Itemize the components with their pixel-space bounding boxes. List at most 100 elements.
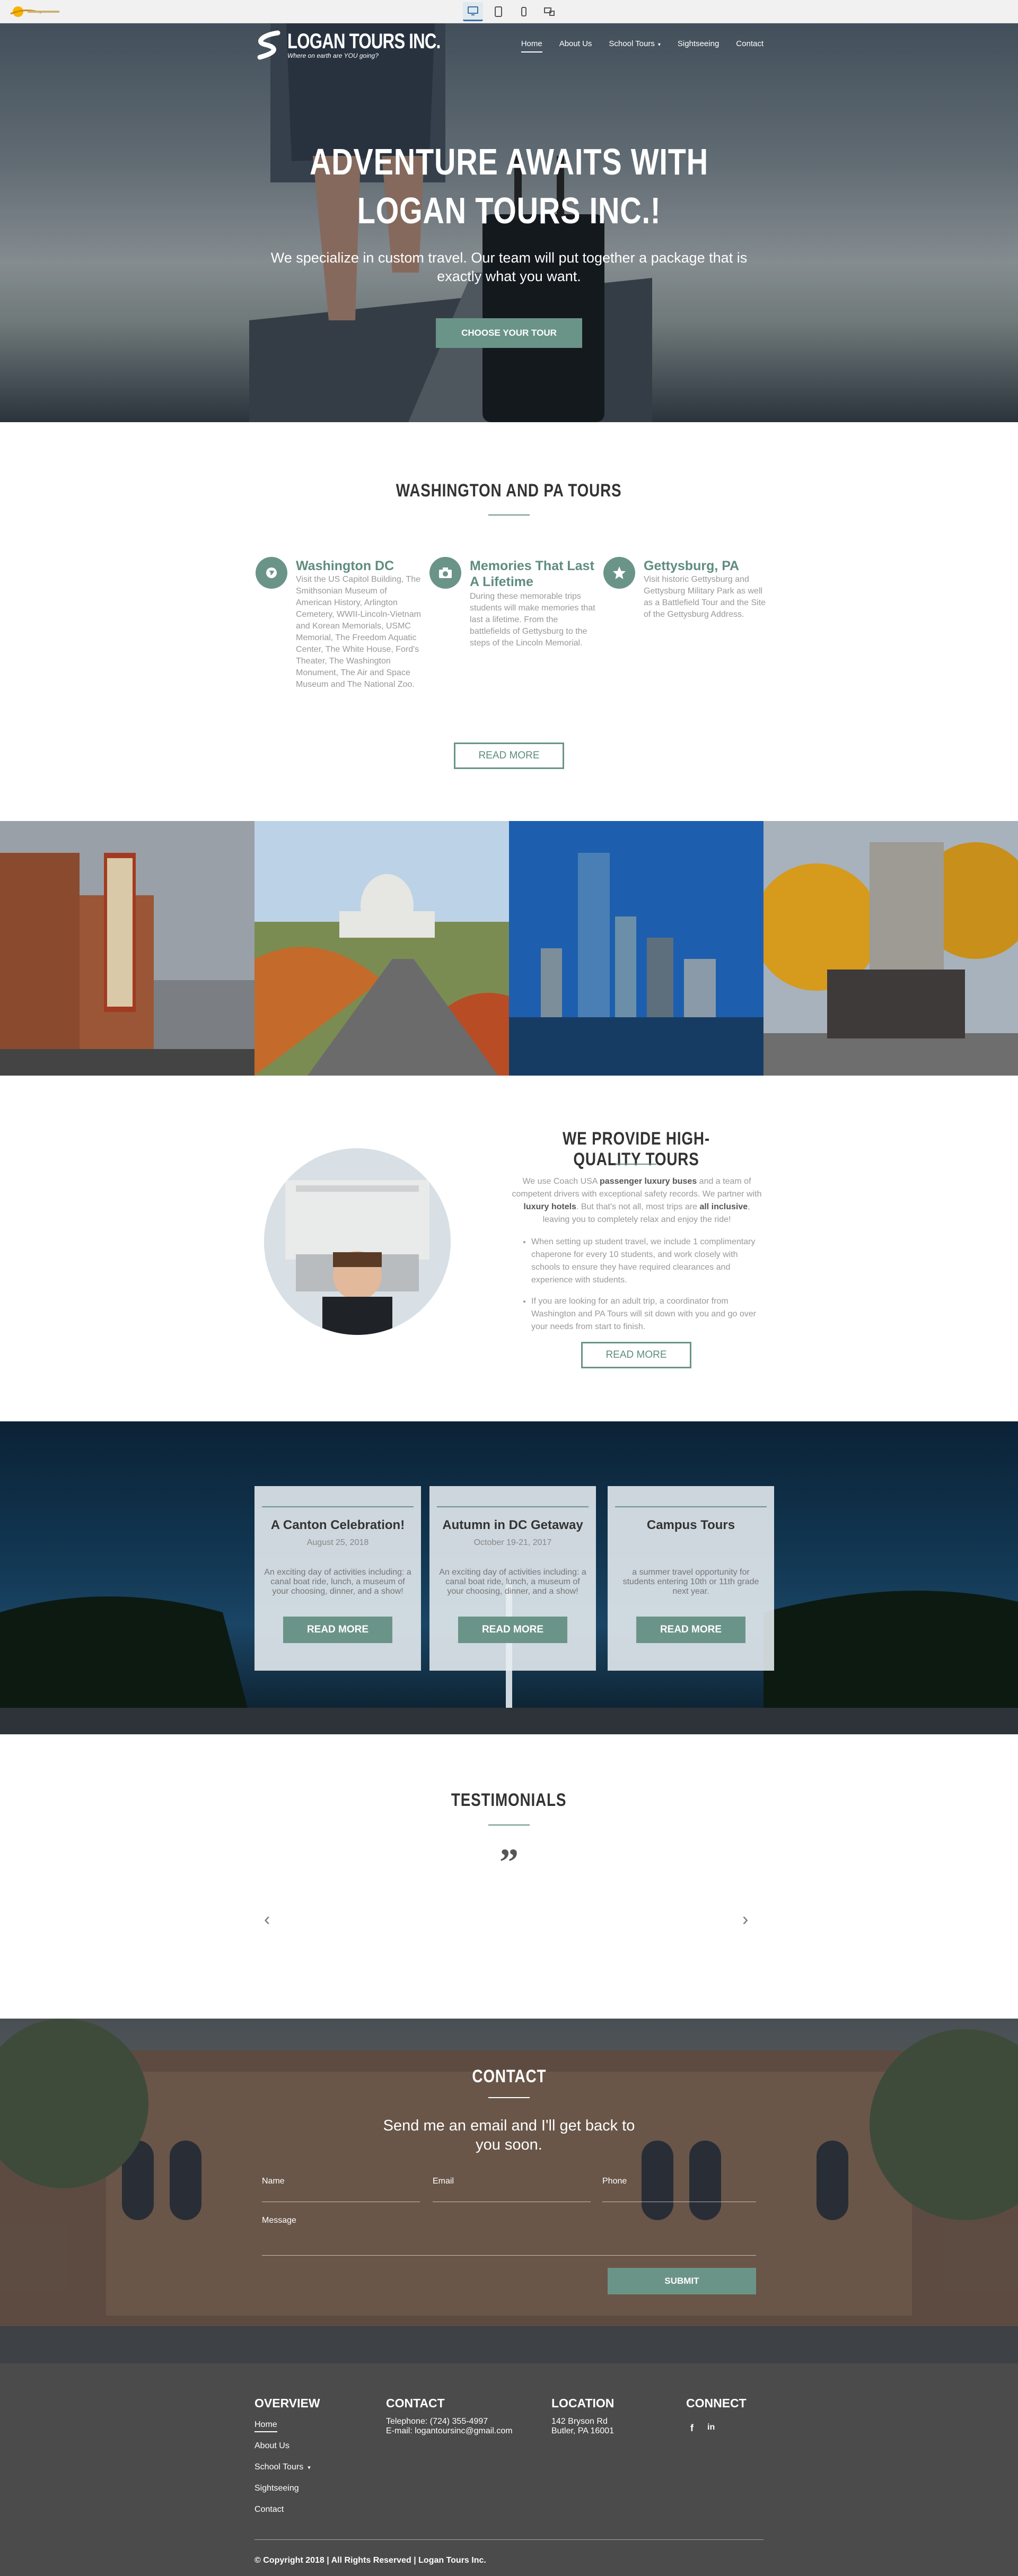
footer-overview-title: OVERVIEW [254, 2396, 320, 2410]
footer-telephone: Telephone: (724) 355-4997 [386, 2417, 488, 2426]
globe-icon [256, 557, 287, 589]
message-field[interactable]: Message [262, 2216, 296, 2225]
title-divider [488, 514, 530, 516]
desktop-icon [468, 6, 478, 15]
star-icon [603, 557, 635, 589]
testimonials-title: TESTIMONIALS [451, 1790, 567, 1810]
facebook-icon[interactable]: f [690, 2423, 694, 2434]
message-field-underline [262, 2255, 756, 2256]
provide-intro: We use Coach USA passenger luxury buses … [512, 1177, 762, 1224]
nav-sightseeing[interactable]: Sightseeing [678, 39, 719, 53]
device-preview-switcher [463, 2, 559, 21]
editor-toolbar [0, 0, 1018, 23]
event-read-more-button[interactable]: READ MORE [636, 1617, 745, 1643]
gallery-image-palace[interactable] [0, 821, 254, 1076]
card-divider [615, 1506, 767, 1507]
event-read-more-button[interactable]: READ MORE [283, 1617, 392, 1643]
event-date: August 25, 2018 [306, 1538, 369, 1547]
title-divider [488, 1824, 530, 1826]
gallery-image-campus[interactable] [763, 821, 1018, 1076]
feature-text: During these memorable trips students wi… [470, 592, 595, 648]
camera-icon [429, 557, 461, 589]
card-divider [437, 1506, 589, 1507]
feature-title: Memories That Last A Lifetime [470, 558, 594, 589]
title-divider [488, 2097, 530, 2098]
brand-name: LOGAN TOURS INC. [287, 30, 441, 53]
choose-tour-button[interactable]: CHOOSE YOUR TOUR [436, 318, 582, 348]
event-description: An exciting day of activities including:… [439, 1568, 586, 1596]
tours-read-more-button[interactable]: READ MORE [454, 743, 564, 769]
linkedin-icon[interactable]: in [707, 2423, 715, 2432]
chevron-down-icon: ▾ [308, 2465, 311, 2471]
email-field[interactable]: Email [433, 2177, 454, 2186]
brand-logo[interactable]: LOGAN TOURS INC. Where on earth are YOU … [254, 30, 484, 62]
event-title: A Canton Celebration! [270, 1518, 405, 1532]
footer-divider [254, 2539, 763, 2540]
provide-bullets: When setting up student travel, we inclu… [525, 1236, 758, 1342]
nav-about-us[interactable]: About Us [559, 39, 592, 53]
submit-button[interactable]: SUBMIT [608, 2268, 756, 2294]
provide-read-more-button[interactable]: READ MORE [581, 1342, 691, 1368]
name-field[interactable]: Name [262, 2177, 285, 2186]
footer-link-home[interactable]: Home [254, 2420, 277, 2432]
footer-location-title: LOCATION [551, 2396, 615, 2410]
hero-title: ADVENTURE AWAITS WITH LOGAN TOURS INC.! [309, 141, 709, 231]
phone-icon [521, 7, 526, 16]
card-divider [262, 1506, 414, 1507]
footer-link-about-us[interactable]: About Us [254, 2441, 289, 2451]
photo-gallery [0, 821, 1018, 1076]
footer-link-school-tours[interactable]: School Tours ▾ [254, 2462, 311, 2473]
contact-section: CONTACT Send me an email and I'll get ba… [0, 2019, 1018, 2363]
event-card: Campus Tours a summer travel opportunity… [608, 1486, 774, 1671]
site-footer: OVERVIEW Home About Us School Tours ▾ Sig… [0, 2363, 1018, 2576]
slider-next-arrow[interactable]: › [742, 1909, 748, 1930]
phone-field[interactable]: Phone [602, 2177, 627, 2186]
tablet-view-button[interactable] [488, 2, 508, 21]
event-description: a summer travel opportunity for students… [622, 1568, 759, 1596]
event-card: A Canton Celebration! August 25, 2018 An… [254, 1486, 421, 1671]
footer-link-contact[interactable]: Contact [254, 2504, 284, 2515]
tablet-icon [495, 6, 502, 17]
site-mini-logo[interactable] [10, 4, 73, 19]
event-title: Autumn in DC Getaway [442, 1518, 583, 1532]
brand-tagline: Where on earth are YOU going? [287, 52, 379, 59]
phone-view-button[interactable] [514, 2, 534, 21]
title-divider [615, 1164, 656, 1165]
nav-contact[interactable]: Contact [736, 39, 763, 53]
list-item: When setting up student travel, we inclu… [531, 1236, 758, 1287]
logo-mark-icon [257, 30, 280, 60]
event-title: Campus Tours [646, 1518, 735, 1532]
desktop-view-button[interactable] [463, 2, 483, 21]
primary-menu: Home About Us School Tours ▾ Sightseeing … [521, 39, 763, 53]
zoom-view-button[interactable] [539, 2, 559, 21]
footer-address-line-2: Butler, PA 16001 [551, 2426, 615, 2435]
nav-school-tours[interactable]: School Tours ▾ [609, 39, 660, 53]
contact-subtitle: Send me an email and I'll get back to yo… [383, 2117, 635, 2153]
events-section: A Canton Celebration! August 25, 2018 An… [0, 1421, 1018, 1734]
footer-address-line-1: 142 Bryson Rd [551, 2417, 608, 2426]
event-description: An exciting day of activities including:… [264, 1568, 411, 1596]
tours-title: WASHINGTON AND PA TOURS [396, 481, 622, 501]
list-item: If you are looking for an adult trip, a … [531, 1295, 758, 1333]
footer-connect-title: CONNECT [686, 2396, 747, 2410]
feature-text: Visit historic Gettysburg and Gettysburg… [644, 575, 766, 619]
footer-copyright: © Copyright 2018 | All Rights Reserved |… [254, 2556, 486, 2565]
feature-title: Washington DC [296, 558, 394, 573]
gallery-image-skyline[interactable] [509, 821, 763, 1076]
feature-title: Gettysburg, PA [644, 558, 740, 573]
hero-section: ADVENTURE AWAITS WITH LOGAN TOURS INC.! W… [0, 23, 1018, 422]
slider-prev-arrow[interactable]: ‹ [264, 1909, 270, 1930]
footer-contact-title: CONTACT [386, 2396, 445, 2410]
footer-email[interactable]: E-mail: logantoursinc@gmail.com [386, 2426, 513, 2437]
event-date: October 19-21, 2017 [473, 1538, 552, 1547]
nav-home[interactable]: Home [521, 39, 542, 53]
event-read-more-button[interactable]: READ MORE [458, 1617, 567, 1643]
footer-link-sightseeing[interactable]: Sightseeing [254, 2483, 299, 2494]
hero-subtitle: We specialize in custom travel. Our team… [270, 250, 748, 284]
gallery-image-capitol[interactable] [254, 821, 509, 1076]
contact-title: CONTACT [472, 2066, 546, 2086]
chevron-down-icon: ▾ [657, 42, 661, 48]
quote-icon: ” [499, 1841, 519, 1883]
zoom-out-icon [544, 7, 555, 16]
event-card: Autumn in DC Getaway October 19-21, 2017… [429, 1486, 596, 1671]
